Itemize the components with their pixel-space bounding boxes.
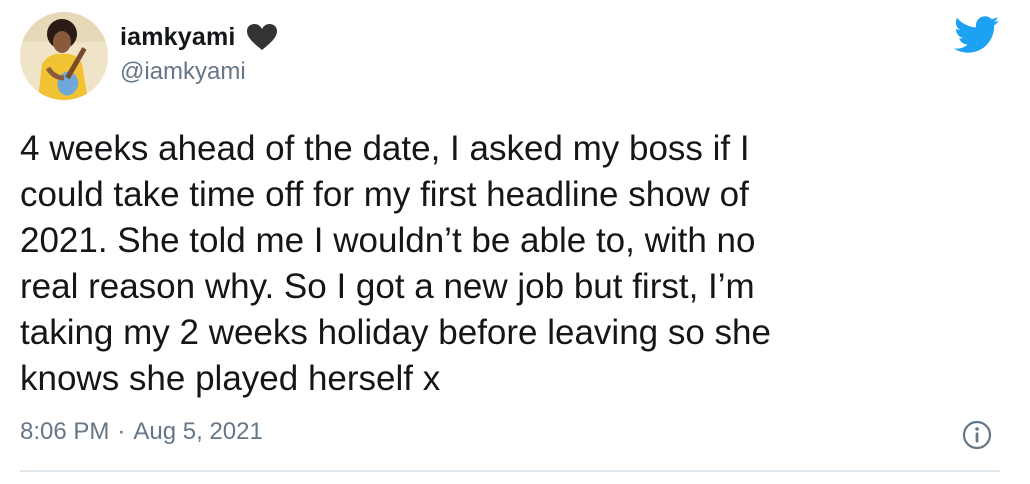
avatar-photo <box>20 12 108 100</box>
tweet-timestamp[interactable]: 8:06 PM · Aug 5, 2021 <box>20 418 263 446</box>
tweet-text-line: real reason why. So I got a new job but … <box>20 267 755 306</box>
tweet-text-line: knows she played herself x <box>20 359 441 398</box>
tweet-text: 4 weeks ahead of the date, I asked my bo… <box>20 126 1000 402</box>
name-row: iamkyami <box>120 20 278 54</box>
tweet-date: Aug 5, 2021 <box>133 418 263 445</box>
tweet-card: iamkyami @iamkyami 4 weeks ahead of the … <box>0 0 1030 484</box>
meta-separator: · <box>117 418 126 445</box>
display-name[interactable]: iamkyami <box>120 23 236 52</box>
tweet-time: 8:06 PM <box>20 418 110 445</box>
twitter-bird-icon[interactable] <box>954 16 1000 54</box>
tweet-text-line: could take time off for my first headlin… <box>20 175 749 214</box>
divider <box>20 470 1000 472</box>
heart-icon <box>246 23 278 51</box>
info-icon[interactable] <box>962 420 992 450</box>
tweet-text-line: 4 weeks ahead of the date, I asked my bo… <box>20 129 750 168</box>
tweet-text-line: 2021. She told me I wouldn’t be able to,… <box>20 221 756 260</box>
avatar[interactable] <box>20 12 108 100</box>
user-handle[interactable]: @iamkyami <box>120 58 246 86</box>
tweet-text-line: taking my 2 weeks holiday before leaving… <box>20 313 771 352</box>
